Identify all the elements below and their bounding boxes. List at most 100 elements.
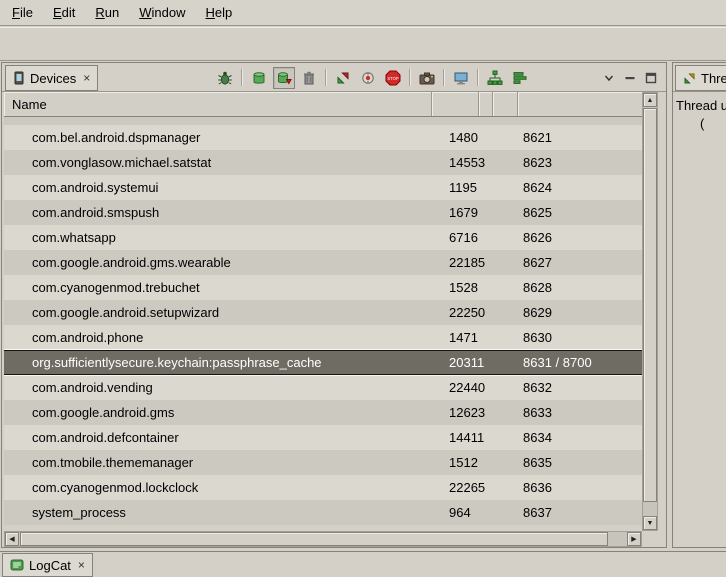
- process-port: 8628: [518, 280, 642, 295]
- threads-message-line1: Thread up: [676, 97, 726, 115]
- devices-tabbar: Devices × STOP: [2, 63, 666, 92]
- threads-message: Thread up (: [676, 97, 726, 133]
- threads-view: Threads Thread up (: [672, 62, 726, 548]
- vertical-scrollbar[interactable]: [642, 92, 658, 531]
- table-header: Name: [4, 92, 642, 117]
- table-row[interactable]: com.google.android.gms.wearable221858627: [4, 250, 642, 275]
- process-pid: 964: [432, 505, 518, 520]
- close-icon[interactable]: ×: [78, 558, 85, 572]
- process-pid: 1480: [432, 130, 518, 145]
- partial-row: [4, 117, 642, 125]
- process-pid: 22250: [432, 305, 518, 320]
- devices-view: Devices × STOP: [1, 62, 667, 548]
- threads-tabbar: Threads: [673, 63, 726, 92]
- table-row[interactable]: org.sufficientlysecure.keychain:passphra…: [4, 350, 642, 375]
- process-pid: 22440: [432, 380, 518, 395]
- horizontal-scrollbar[interactable]: [4, 531, 642, 547]
- process-name: com.vonglasow.michael.satstat: [4, 155, 432, 170]
- start-method-profiling-icon[interactable]: [357, 67, 379, 89]
- process-name: com.tmobile.thememanager: [4, 455, 432, 470]
- process-port: 8623: [518, 155, 642, 170]
- table-row[interactable]: com.cyanogenmod.trebuchet15288628: [4, 275, 642, 300]
- process-name: com.google.android.setupwizard: [4, 305, 432, 320]
- tab-threads[interactable]: Threads: [675, 65, 726, 91]
- table-row[interactable]: com.android.smspush16798625: [4, 200, 642, 225]
- scroll-right-icon[interactable]: [627, 532, 641, 546]
- table-row[interactable]: com.vonglasow.michael.satstat145538623: [4, 150, 642, 175]
- process-pid: 20311: [432, 355, 518, 370]
- toolbar-separator: [477, 69, 479, 86]
- tab-devices[interactable]: Devices ×: [5, 65, 98, 91]
- stop-process-icon[interactable]: STOP: [382, 67, 404, 89]
- column-header-empty[interactable]: [493, 92, 518, 116]
- process-port: 8627: [518, 255, 642, 270]
- table-row[interactable]: com.android.phone14718630: [4, 325, 642, 350]
- table-row[interactable]: com.google.android.setupwizard222508629: [4, 300, 642, 325]
- view-menu-icon[interactable]: [600, 69, 618, 87]
- table-row[interactable]: com.android.systemui11958624: [4, 175, 642, 200]
- dump-hprof-icon[interactable]: [273, 67, 295, 89]
- column-header-empty[interactable]: [479, 92, 493, 116]
- table-row[interactable]: system_process9648637: [4, 500, 642, 525]
- table-row[interactable]: com.whatsapp67168626: [4, 225, 642, 250]
- table-row[interactable]: com.google.android.gms126238633: [4, 400, 642, 425]
- process-port: 8621: [518, 130, 642, 145]
- show-heap-updates-icon[interactable]: [248, 67, 270, 89]
- threads-tab-icon: [683, 72, 696, 85]
- scroll-left-icon[interactable]: [5, 532, 19, 546]
- table-row[interactable]: com.android.defcontainer144118634: [4, 425, 642, 450]
- toolbar-separator: [325, 69, 327, 86]
- table-row[interactable]: com.android.vending224408632: [4, 375, 642, 400]
- horizontal-scrollbar-thumb[interactable]: [20, 532, 608, 546]
- close-icon[interactable]: ×: [83, 71, 90, 85]
- vertical-scrollbar-thumb[interactable]: [643, 108, 657, 502]
- process-pid: 1512: [432, 455, 518, 470]
- process-port: 8636: [518, 480, 642, 495]
- maximize-icon[interactable]: [642, 69, 660, 87]
- column-header-port[interactable]: [518, 92, 642, 116]
- process-name: com.android.vending: [4, 380, 432, 395]
- scroll-up-icon[interactable]: [643, 93, 657, 107]
- process-name: com.whatsapp: [4, 230, 432, 245]
- capture-video-icon[interactable]: [450, 67, 472, 89]
- process-port: 8635: [518, 455, 642, 470]
- column-header-pid[interactable]: [432, 92, 479, 116]
- device-tab-icon: [13, 71, 25, 85]
- process-port: 8633: [518, 405, 642, 420]
- table-row[interactable]: com.cyanogenmod.lockclock222658636: [4, 475, 642, 500]
- update-threads-icon[interactable]: [332, 67, 354, 89]
- cause-gc-icon[interactable]: [298, 67, 320, 89]
- dump-view-hierarchy-icon[interactable]: [484, 67, 506, 89]
- process-name: com.android.phone: [4, 330, 432, 345]
- menu-bar: FileEditRunWindowHelp: [0, 0, 726, 26]
- logcat-bar: LogCat ×: [0, 551, 726, 577]
- toolbar-separator: [241, 69, 243, 86]
- tab-logcat[interactable]: LogCat ×: [2, 553, 93, 577]
- menu-item-help[interactable]: Help: [195, 1, 242, 24]
- process-name: com.android.defcontainer: [4, 430, 432, 445]
- menu-item-run[interactable]: Run: [85, 1, 129, 24]
- menu-item-file[interactable]: File: [2, 1, 43, 24]
- debug-process-icon[interactable]: [214, 67, 236, 89]
- toolbar-separator: [409, 69, 411, 86]
- systrace-icon[interactable]: [509, 67, 531, 89]
- toolbar-separator: [443, 69, 445, 86]
- table-row[interactable]: com.tmobile.thememanager15128635: [4, 450, 642, 475]
- minimize-icon[interactable]: [621, 69, 639, 87]
- process-port: 8631 / 8700: [518, 355, 642, 370]
- process-name: com.cyanogenmod.lockclock: [4, 480, 432, 495]
- menu-item-edit[interactable]: Edit: [43, 1, 85, 24]
- devices-toolbar: STOP: [214, 65, 660, 90]
- column-header-name[interactable]: Name: [4, 92, 432, 116]
- svg-text:STOP: STOP: [387, 75, 399, 80]
- table-row[interactable]: com.bel.android.dspmanager14808621: [4, 125, 642, 150]
- process-pid: 1528: [432, 280, 518, 295]
- process-name: com.google.android.gms.wearable: [4, 255, 432, 270]
- logcat-tab-icon: [10, 558, 24, 572]
- process-name: org.sufficientlysecure.keychain:passphra…: [4, 355, 432, 370]
- menu-item-window[interactable]: Window: [129, 1, 195, 24]
- tab-logcat-label: LogCat: [29, 558, 71, 573]
- screen-capture-icon[interactable]: [416, 67, 438, 89]
- scroll-down-icon[interactable]: [643, 516, 657, 530]
- process-port: 8632: [518, 380, 642, 395]
